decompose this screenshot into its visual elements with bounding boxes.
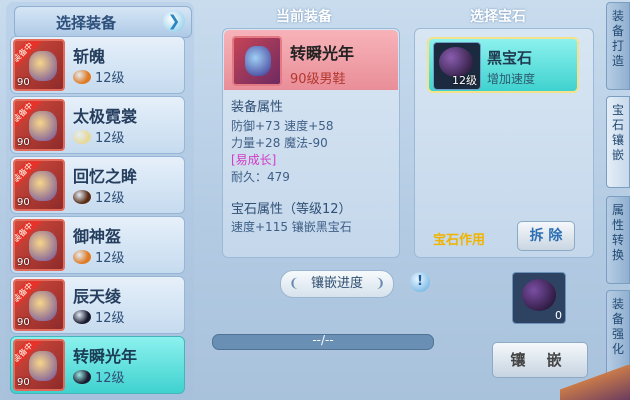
current-equip-header: 当前装备 <box>276 9 332 25</box>
decoration-corner <box>560 365 630 400</box>
gem-level-text: 12级 <box>95 251 125 266</box>
equipment-list-title: 选择装备 <box>55 14 116 32</box>
gem-icon <box>73 190 91 204</box>
wing-icon[interactable]: ❯ <box>163 10 185 32</box>
item-level: 90 <box>17 317 30 328</box>
equip-attr-line-2: 力量+28 魔法-90 <box>231 136 328 150</box>
gem-attr-line: 速度+115 镶嵌黑宝石 <box>231 220 352 234</box>
gem-icon <box>73 370 91 384</box>
gem-level-text: 12级 <box>95 131 125 146</box>
current-equip-panel: 转瞬光年 90级男鞋 装备属性 防御+73 速度+58 力量+28 魔法-90 … <box>222 28 400 258</box>
gem-level-text: 12级 <box>95 71 125 86</box>
equipment-thumb-icon: 装备中 90 <box>13 39 65 91</box>
gem-level-row: 12级 <box>73 367 125 386</box>
equipment-item[interactable]: 装备中 90 辰天绫 12级 <box>10 276 185 334</box>
equipment-thumb-icon: 装备中 90 <box>13 99 65 151</box>
gem-name: 黑宝石 <box>487 49 533 67</box>
equipment-thumb-icon: 装备中 90 <box>13 159 65 211</box>
gem-level-row: 12级 <box>73 127 125 146</box>
gem-select-header: 选择宝石 <box>470 9 526 25</box>
inlay-progress-text: 镶嵌进度 <box>310 276 363 291</box>
side-tab[interactable]: 宝石镶嵌 <box>606 96 630 188</box>
equipment-list-header: 选择装备 ❯ <box>14 6 192 38</box>
equipment-name: 转瞬光年 <box>73 347 138 366</box>
equipment-item[interactable]: 装备中 90 太极霓裳 12级 <box>10 96 185 154</box>
item-level: 90 <box>17 137 30 148</box>
equipment-thumb-icon: 装备中 90 <box>13 279 65 331</box>
equip-special-attr: [易成长] <box>231 153 277 167</box>
gem-level: 12级 <box>452 74 477 87</box>
gem-level-row: 12级 <box>73 187 125 206</box>
equipment-thumb-icon: 装备中 90 <box>13 219 65 271</box>
equip-durability: 耐久：479 <box>231 170 290 184</box>
gem-attr-title: 宝石属性（等级12） <box>231 202 352 217</box>
black-gem-icon <box>522 279 556 311</box>
equipment-name: 回忆之眸 <box>73 167 138 186</box>
gem-card[interactable]: 12级 黑宝石 增加速度 <box>427 37 579 93</box>
gem-effect-link[interactable]: 宝石作用 <box>433 229 485 248</box>
gem-desc: 增加速度 <box>487 72 536 86</box>
equipment-thumb-icon: 装备中 90 <box>13 339 65 391</box>
current-equip-card: 转瞬光年 90级男鞋 <box>224 30 398 90</box>
equipment-name: 斩魄 <box>73 47 106 66</box>
gem-icon <box>73 250 91 264</box>
boots-icon <box>232 36 282 86</box>
item-level: 90 <box>17 77 30 88</box>
gem-slot[interactable]: 0 <box>512 272 566 324</box>
gem-level-row: 12级 <box>73 67 125 86</box>
equipment-item[interactable]: 装备中 90 回忆之眸 12级 <box>10 156 185 214</box>
item-level: 90 <box>17 257 30 268</box>
gem-level-text: 12级 <box>95 191 125 206</box>
equipment-item[interactable]: 装备中 90 御神盔 12级 <box>10 216 185 274</box>
progress-value: --/-- <box>312 334 334 347</box>
gem-icon <box>73 130 91 144</box>
side-tab[interactable]: 装备打造 <box>606 2 630 90</box>
gem-select-panel: 12级 黑宝石 增加速度 宝石作用 拆 除 <box>414 28 594 258</box>
equipment-name: 辰天绫 <box>73 287 122 306</box>
side-tab[interactable]: 属性转换 <box>606 196 630 284</box>
remove-gem-button[interactable]: 拆 除 <box>517 221 575 251</box>
inlay-progress-bar: --/-- <box>212 334 434 350</box>
right-ornament-icon: ❩ <box>374 276 386 290</box>
equipment-item[interactable]: 装备中 90 转瞬光年 12级 <box>10 336 185 394</box>
equip-attr-line-1: 防御+73 速度+58 <box>231 119 334 133</box>
info-icon[interactable]: ! <box>410 272 430 292</box>
item-level: 90 <box>17 377 30 388</box>
equipment-item[interactable]: 装备中 90 斩魄 12级 <box>10 36 185 94</box>
gem-count: 0 <box>555 309 562 322</box>
inlay-progress-label: ❨ 镶嵌进度 ❩ <box>280 270 394 298</box>
current-equip-name: 转瞬光年 <box>290 44 355 63</box>
black-gem-icon: 12级 <box>433 42 481 90</box>
left-ornament-icon: ❨ <box>288 276 300 290</box>
item-level: 90 <box>17 197 30 208</box>
gem-level-row: 12级 <box>73 307 125 326</box>
gem-icon <box>73 70 91 84</box>
gem-level-text: 12级 <box>95 311 125 326</box>
equipment-name: 太极霓裳 <box>73 107 138 126</box>
gem-level-row: 12级 <box>73 247 125 266</box>
gem-level-text: 12级 <box>95 371 125 386</box>
equipment-name: 御神盔 <box>73 227 122 246</box>
equip-attr-title: 装备属性 <box>231 100 284 115</box>
gem-icon <box>73 310 91 324</box>
current-equip-type: 90级男鞋 <box>290 72 346 87</box>
